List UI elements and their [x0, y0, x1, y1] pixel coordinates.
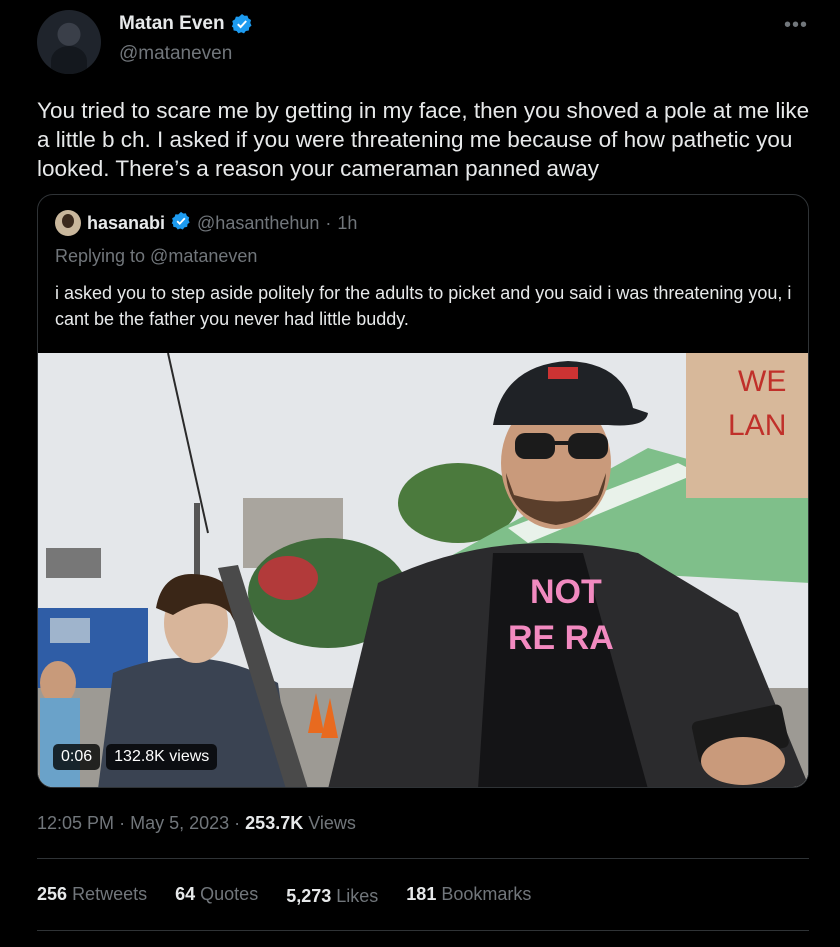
likes-label: Likes — [336, 886, 379, 906]
views-count: 253.7K — [245, 813, 304, 833]
author-avatar[interactable] — [37, 10, 101, 74]
bookmarks-stat[interactable]: 181 Bookmarks — [406, 884, 531, 905]
shirt-text-2: RE RA — [508, 619, 614, 657]
video-frame: WE LAN NOT RE RA — [38, 353, 808, 787]
retweets-label: Retweets — [72, 884, 148, 904]
sign-text-2: LAN — [728, 409, 786, 442]
video-player[interactable]: WE LAN NOT RE RA 0:06 132.8K views — [38, 353, 808, 787]
tweet-time[interactable]: 12:05 PM — [37, 813, 114, 833]
quoted-tweet[interactable]: hasanabi @hasanthehun · 1h Replying to @… — [37, 194, 809, 788]
tweet-text: You tried to scare me by getting in my f… — [37, 98, 810, 181]
shirt-text-1: NOT — [530, 573, 602, 611]
bookmarks-count: 181 — [406, 884, 437, 904]
quotes-count: 64 — [175, 884, 196, 904]
views-label: Views — [308, 813, 356, 833]
author-handle[interactable]: @mataneven — [119, 43, 232, 65]
likes-count: 5,273 — [286, 886, 332, 906]
verified-badge-icon — [231, 13, 253, 35]
retweets-stat[interactable]: 256 Retweets — [37, 884, 147, 905]
meta-separator: · — [119, 813, 126, 833]
quoted-author-avatar[interactable] — [55, 210, 81, 236]
tweet-meta: 12:05 PM · May 5, 2023 · 253.7K Views — [37, 813, 356, 834]
ellipsis-icon[interactable]: ••• — [784, 14, 808, 37]
likes-stat[interactable]: 5,273 Likes — [286, 886, 378, 907]
author-name-row: Matan Even — [119, 13, 253, 35]
quotes-label: Quotes — [200, 884, 259, 904]
verified-badge-icon — [171, 211, 191, 236]
quoted-tweet-text: i asked you to step aside politely for t… — [55, 283, 792, 329]
video-duration: 0:06 — [53, 744, 101, 770]
author-display-name[interactable]: Matan Even — [119, 13, 225, 35]
quotes-stat[interactable]: 64 Quotes — [175, 884, 258, 905]
video-views: 132.8K views — [106, 744, 218, 770]
bookmarks-label: Bookmarks — [441, 884, 532, 904]
engagement-stats: 256 Retweets 64 Quotes 5,273 Likes 181 B… — [37, 884, 531, 907]
quoted-tweet-header: hasanabi @hasanthehun · 1h — [55, 210, 357, 236]
quoted-display-name[interactable]: hasanabi — [87, 213, 165, 234]
video-overlay: 0:06 132.8K views — [53, 744, 218, 770]
time-separator: · — [325, 212, 332, 233]
divider — [37, 858, 809, 859]
divider — [37, 930, 809, 931]
replying-to: Replying to @mataneven — [55, 246, 258, 266]
quoted-handle[interactable]: @hasanthehun — [197, 213, 319, 234]
meta-separator: · — [234, 813, 241, 833]
tweet-date[interactable]: May 5, 2023 — [130, 813, 229, 833]
sign-text-1: WE — [738, 365, 786, 398]
quoted-age[interactable]: 1h — [337, 213, 357, 234]
retweets-count: 256 — [37, 884, 68, 904]
